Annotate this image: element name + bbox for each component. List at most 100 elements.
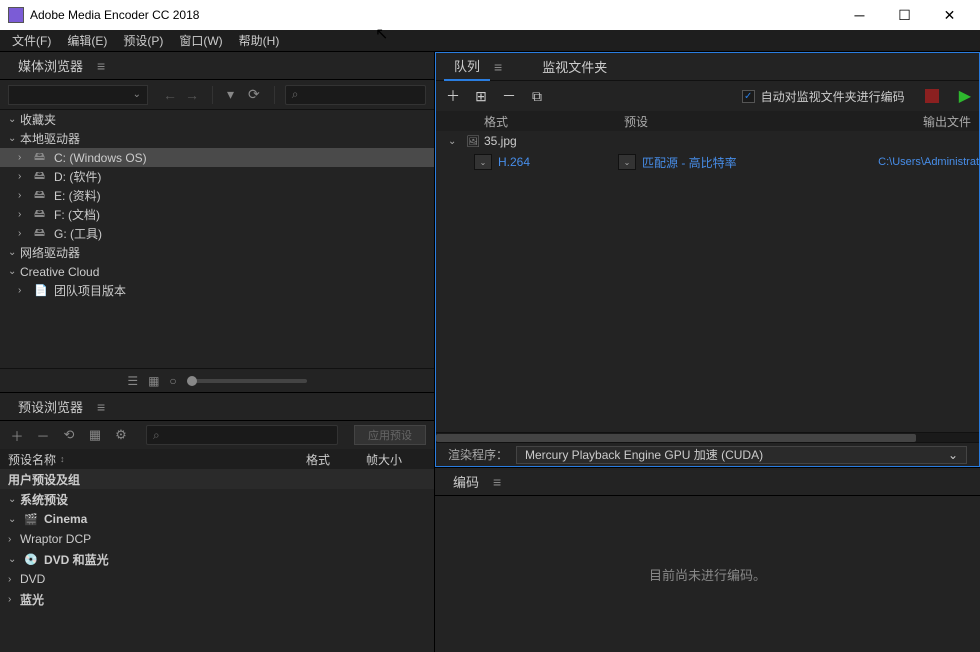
filter-icon[interactable]: ▾ (223, 86, 238, 103)
settings-icon[interactable]: ⚙ (112, 427, 130, 443)
col-format-header[interactable]: 格式 (484, 113, 624, 130)
queue-file-name: 35.jpg (484, 134, 517, 148)
tree-creative-cloud[interactable]: Creative Cloud (0, 262, 434, 281)
tab-encoding[interactable]: 编码 (443, 468, 489, 495)
drive-icon: 🖴 (34, 224, 50, 243)
tree-favorites[interactable]: 收藏夹 (0, 110, 434, 129)
ingest-icon[interactable]: ⟳ (244, 86, 264, 103)
menu-edit[interactable]: 编辑(E) (59, 30, 115, 51)
col-format[interactable]: 格式 (306, 451, 366, 468)
queue-output-row[interactable]: ⌄ H.264 ⌄ 匹配源 - 高比特率 C:\Users\Administra… (436, 151, 979, 173)
drive-icon: 🖴 (34, 148, 50, 167)
project-icon: 📄 (34, 284, 50, 297)
nav-back-button[interactable]: ← (160, 86, 180, 104)
renderer-label: 渲染程序： (448, 446, 508, 463)
maximize-button[interactable]: ☐ (882, 1, 927, 29)
queue-source-item[interactable]: ⌄ 🖼 35.jpg (436, 131, 979, 151)
menu-file[interactable]: 文件(F) (4, 30, 59, 51)
new-group-icon[interactable]: ▦ (86, 427, 104, 443)
media-browser-panel: 媒体浏览器 ≡ ⌄ ← → ▾ ⟳ ⌕ 收藏夹 本地驱动器 🖴C: (Windo… (0, 52, 434, 392)
preset-search-input[interactable]: ⌕ (146, 425, 338, 445)
preset-browser-panel: 预设浏览器 ≡ ＋ － ⟲ ▦ ⚙ ⌕ 应用预设 预设名称 ↕ 格式 帧大小 用户… (0, 392, 434, 652)
media-search-input[interactable]: ⌕ (285, 85, 426, 105)
panel-menu-icon[interactable]: ≡ (493, 474, 501, 490)
format-dropdown[interactable]: ⌄ (474, 154, 492, 170)
chevron-down-icon: ⌄ (948, 448, 958, 462)
minimize-button[interactable]: ─ (837, 1, 882, 29)
media-tree: 收藏夹 本地驱动器 🖴C: (Windows OS) 🖴D: (软件) 🖴E: … (0, 110, 434, 368)
bluray-item[interactable]: 蓝光 (0, 589, 434, 609)
path-dropdown[interactable]: ⌄ (8, 85, 148, 105)
col-framesize[interactable]: 帧大小 (366, 451, 426, 468)
tab-media-browser[interactable]: 媒体浏览器 (8, 52, 93, 79)
search-icon: ⌕ (153, 428, 160, 443)
preset-header-row: 预设名称 ↕ 格式 帧大小 (0, 449, 434, 469)
dvd-bluray-group[interactable]: 💿DVD 和蓝光 (0, 549, 434, 569)
preset-value[interactable]: 匹配源 - 高比特率 (642, 154, 878, 171)
user-presets-group[interactable]: 用户预设及组 (0, 469, 434, 489)
horizontal-scrollbar[interactable] (436, 432, 979, 442)
cinema-group[interactable]: 🎬Cinema (0, 509, 434, 529)
zoom-slider[interactable] (187, 379, 307, 383)
tree-drive-e[interactable]: 🖴E: (资料) (0, 186, 434, 205)
chevron-down-icon: ⌄ (448, 136, 462, 147)
add-output-icon[interactable]: ⊞ (472, 88, 490, 105)
add-source-button[interactable]: ＋ (444, 86, 462, 106)
auto-encode-checkbox[interactable]: ✓ 自动对监视文件夹进行编码 (742, 88, 905, 105)
tab-preset-browser[interactable]: 预设浏览器 (8, 393, 93, 420)
renderer-select[interactable]: Mercury Playback Engine GPU 加速 (CUDA) ⌄ (516, 446, 967, 464)
tree-network-drives[interactable]: 网络驱动器 (0, 243, 434, 262)
preset-dropdown[interactable]: ⌄ (618, 154, 636, 170)
close-button[interactable]: ✕ (927, 1, 972, 29)
app-icon (8, 7, 24, 23)
remove-preset-button[interactable]: － (34, 426, 52, 445)
system-presets-group[interactable]: 系统预设 (0, 489, 434, 509)
menu-window[interactable]: 窗口(W) (171, 30, 230, 51)
wraptor-item[interactable]: Wraptor DCP (0, 529, 434, 549)
checkbox-icon: ✓ (742, 90, 755, 103)
queue-list: ⌄ 🖼 35.jpg ⌄ H.264 ⌄ 匹配源 - 高比特率 C:\Users… (436, 131, 979, 432)
auto-encode-label: 自动对监视文件夹进行编码 (761, 88, 905, 105)
stop-button[interactable] (925, 89, 939, 103)
tab-watch-folders[interactable]: 监视文件夹 (532, 53, 617, 80)
disc-icon: 💿 (24, 553, 40, 566)
output-path[interactable]: C:\Users\Administrat (878, 156, 979, 168)
thumb-view-icon[interactable]: ▦ (148, 374, 159, 388)
panel-menu-icon[interactable]: ≡ (97, 399, 105, 415)
encoding-panel: 编码 ≡ 目前尚未进行编码。 (435, 467, 980, 652)
col-output-header[interactable]: 输出文件 (851, 113, 971, 130)
titlebar: Adobe Media Encoder CC 2018 ─ ☐ ✕ (0, 0, 980, 30)
apply-preset-button[interactable]: 应用预设 (354, 425, 426, 445)
panel-menu-icon[interactable]: ≡ (494, 59, 502, 75)
queue-header-row: 格式 预设 输出文件 (436, 111, 979, 131)
tree-drive-d[interactable]: 🖴D: (软件) (0, 167, 434, 186)
format-value[interactable]: H.264 (498, 155, 618, 169)
col-preset-name[interactable]: 预设名称 (8, 451, 56, 468)
list-view-icon[interactable]: ☰ (127, 374, 138, 388)
circle-icon[interactable]: ○ (169, 374, 176, 388)
chevron-down-icon: ⌄ (133, 89, 141, 100)
drive-icon: 🖴 (34, 205, 50, 224)
duplicate-icon[interactable]: ⧉ (528, 88, 546, 105)
cinema-icon: 🎬 (24, 513, 40, 526)
tree-drive-g[interactable]: 🖴G: (工具) (0, 224, 434, 243)
tree-drive-c[interactable]: 🖴C: (Windows OS) (0, 148, 434, 167)
tree-drive-f[interactable]: 🖴F: (文档) (0, 205, 434, 224)
sync-icon[interactable]: ⟲ (60, 427, 78, 443)
window-title: Adobe Media Encoder CC 2018 (30, 8, 837, 22)
start-button[interactable]: ▶ (959, 86, 971, 106)
tree-local-drives[interactable]: 本地驱动器 (0, 129, 434, 148)
nav-forward-button[interactable]: → (182, 86, 202, 104)
drive-icon: 🖴 (34, 167, 50, 186)
tab-queue[interactable]: 队列 (444, 52, 490, 81)
col-preset-header[interactable]: 预设 (624, 113, 851, 130)
menu-preset[interactable]: 预设(P) (115, 30, 171, 51)
tree-team-project[interactable]: 📄团队项目版本 (0, 281, 434, 300)
add-preset-button[interactable]: ＋ (8, 426, 26, 445)
sort-icon[interactable]: ↕ (60, 454, 65, 464)
panel-menu-icon[interactable]: ≡ (97, 58, 105, 74)
queue-panel: 队列 ≡ 监视文件夹 ＋ ⊞ － ⧉ ✓ 自动对监视文件夹进行编码 ▶ 格式 (435, 52, 980, 467)
remove-button[interactable]: － (500, 86, 518, 106)
dvd-item[interactable]: DVD (0, 569, 434, 589)
menu-help[interactable]: 帮助(H) (231, 30, 288, 51)
